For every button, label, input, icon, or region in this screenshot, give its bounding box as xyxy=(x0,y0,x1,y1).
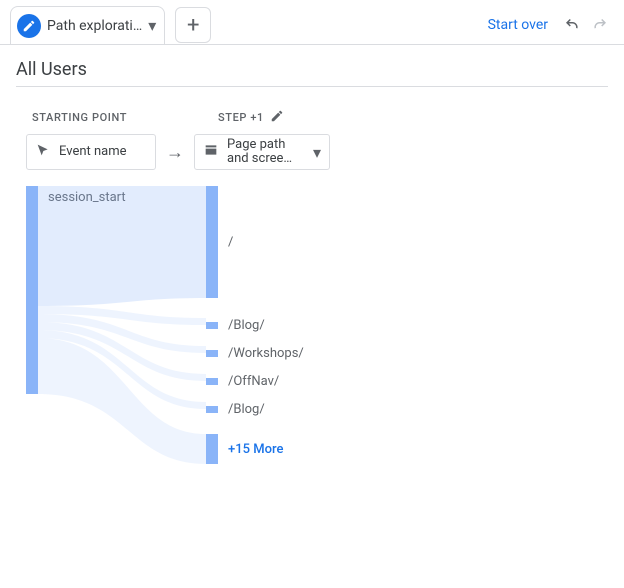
more-label: +15 More xyxy=(228,442,283,457)
dest-bar xyxy=(206,350,218,357)
dest-node[interactable]: /OffNav/ xyxy=(206,374,279,389)
tab-title: Path explorati… xyxy=(47,18,142,34)
cursor-icon xyxy=(35,142,51,162)
arrow-right-icon: → xyxy=(166,142,184,163)
flow-paths xyxy=(38,186,206,538)
dest-label: /Workshops/ xyxy=(228,346,304,361)
step-header: STEP +1 xyxy=(218,109,284,126)
dest-bar xyxy=(206,434,218,464)
chevron-down-icon[interactable]: ▾ xyxy=(148,16,156,35)
chevron-down-icon[interactable]: ▾ xyxy=(313,143,321,162)
dest-bar xyxy=(206,186,218,298)
dest-label: /Blog/ xyxy=(228,402,265,417)
sankey-diagram: session_start / /Blog/ /Workshops/ /OffN… xyxy=(26,186,596,538)
dest-bar xyxy=(206,406,218,413)
dest-label: /Blog/ xyxy=(228,318,265,333)
tab-path-exploration[interactable]: Path explorati… ▾ xyxy=(10,6,165,44)
dest-node[interactable]: /Blog/ xyxy=(206,318,265,333)
pencil-icon xyxy=(17,14,41,38)
redo-icon xyxy=(586,11,614,39)
dest-node[interactable]: /Blog/ xyxy=(206,402,265,417)
page-icon xyxy=(203,142,219,162)
dest-node[interactable]: /Workshops/ xyxy=(206,346,304,361)
edit-step-icon[interactable] xyxy=(270,109,284,126)
dest-label: / xyxy=(228,235,233,250)
dest-bar xyxy=(206,378,218,385)
step-label: Page path and scree… xyxy=(227,138,305,167)
dest-label: /OffNav/ xyxy=(228,374,279,389)
dest-node[interactable]: / xyxy=(206,186,233,298)
starting-point-label: Event name xyxy=(59,145,127,159)
more-node[interactable]: +15 More xyxy=(206,434,283,464)
step-header-label: STEP +1 xyxy=(218,111,264,124)
undo-icon[interactable] xyxy=(558,11,586,39)
add-tab-button[interactable]: + xyxy=(175,7,211,43)
start-over-link[interactable]: Start over xyxy=(488,17,548,33)
source-bar[interactable] xyxy=(26,186,38,394)
step-selector[interactable]: Page path and scree… ▾ xyxy=(194,134,330,170)
starting-point-header: STARTING POINT xyxy=(32,111,182,124)
starting-point-selector[interactable]: Event name xyxy=(26,134,156,170)
segment-label: All Users xyxy=(16,55,608,87)
dest-bar xyxy=(206,322,218,329)
